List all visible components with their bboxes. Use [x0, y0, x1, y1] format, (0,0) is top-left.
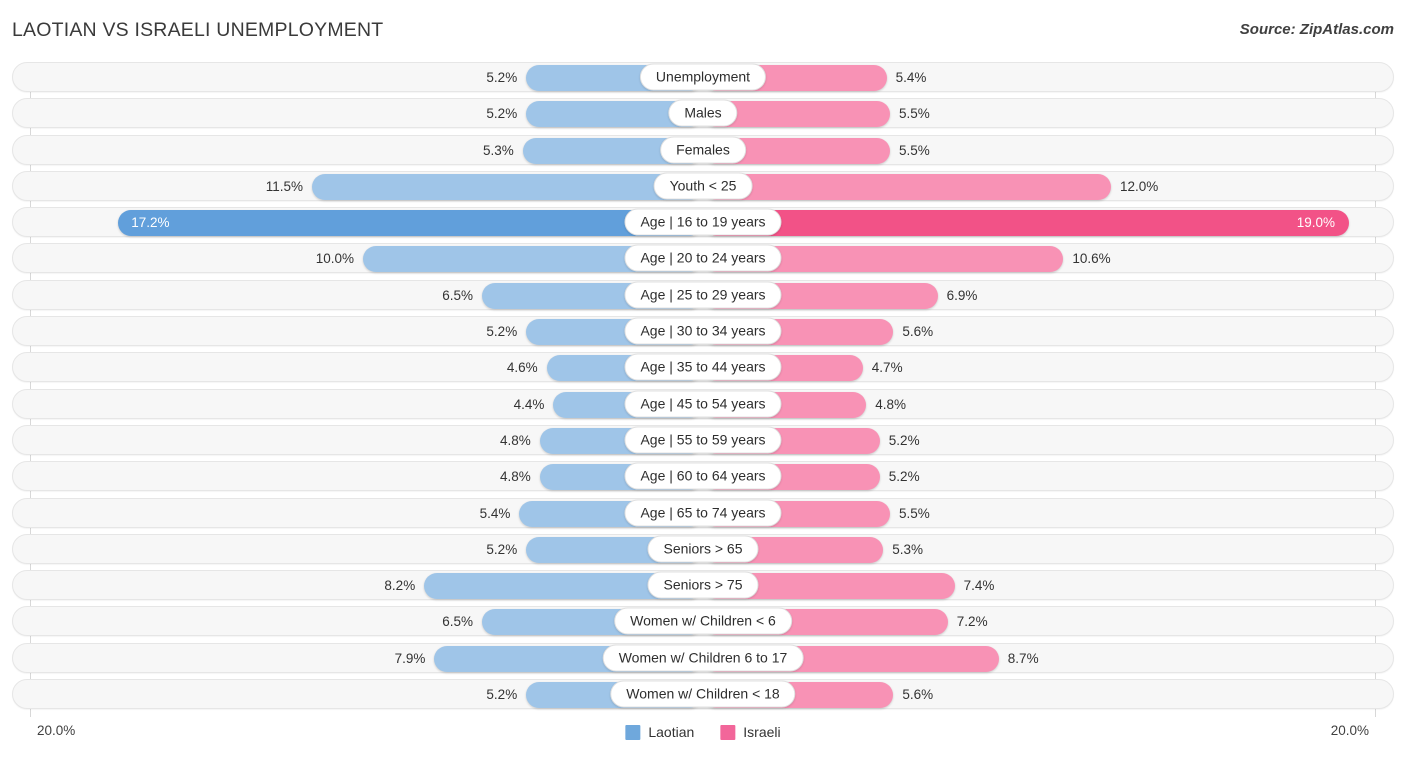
bar-value-israeli: 5.3%: [892, 541, 923, 557]
legend-swatch-icon: [720, 724, 736, 740]
axis-label-left: 20.0%: [37, 723, 76, 738]
table-row[interactable]: 5.2% 5.5% Males: [12, 98, 1394, 129]
table-row[interactable]: 8.2% 7.4% Seniors > 75: [12, 570, 1394, 601]
page-title: LAOTIAN VS ISRAELI UNEMPLOYMENT: [12, 19, 384, 41]
chart-footer: 20.0% 20.0% Laotian Israeli: [0, 720, 1406, 757]
table-row[interactable]: 5.2% 5.3% Seniors > 65: [12, 533, 1394, 564]
table-row[interactable]: 5.3% 5.5% Females: [12, 134, 1394, 165]
bar-value-israeli: 5.6%: [902, 324, 934, 340]
axis-label-right: 20.0%: [1330, 723, 1369, 738]
bar-value-laotian: 6.5%: [442, 287, 473, 303]
bar-value-laotian: 10.0%: [315, 251, 354, 267]
bar-value-laotian: 7.9%: [394, 650, 426, 666]
bar-laotian: 11.5%: [266, 173, 703, 200]
chart-legend: Laotian Israeli: [625, 724, 781, 740]
bar-israeli: 12.0%: [703, 173, 1158, 200]
table-row[interactable]: 6.5% 7.2% Women w/ Children < 6: [12, 606, 1394, 637]
bar-value-israeli: 5.5%: [899, 142, 930, 158]
bar-value-laotian: 5.2%: [486, 106, 518, 122]
row-category-label[interactable]: Unemployment: [639, 63, 767, 91]
bar-rows: 5.2% 5.4% Unemployment 5.2% 5.5% Males 5.3% 5.5…: [0, 62, 1406, 715]
bar-value-laotian: 6.5%: [442, 614, 473, 630]
row-category-label[interactable]: Age | 30 to 34 years: [624, 317, 782, 345]
table-row[interactable]: 11.5% 12.0% Youth < 25: [12, 170, 1394, 201]
row-category-label[interactable]: Seniors > 65: [647, 535, 759, 563]
legend-label: Laotian: [648, 724, 695, 740]
bar-value-laotian: 4.4%: [513, 396, 545, 412]
row-category-label[interactable]: Women w/ Children 6 to 17: [602, 644, 804, 672]
table-row[interactable]: 17.2% 19.0% Age | 16 to 19 years: [12, 207, 1394, 238]
bar-value-laotian: 4.8%: [500, 432, 531, 448]
bar-value-laotian: 5.4%: [479, 505, 511, 521]
row-category-label[interactable]: Women w/ Children < 18: [610, 680, 796, 708]
row-category-label[interactable]: Youth < 25: [653, 172, 753, 200]
bar-value-israeli: 12.0%: [1120, 178, 1159, 194]
row-category-label[interactable]: Males: [668, 99, 738, 127]
bar-value-israeli: 7.4%: [963, 578, 995, 594]
bar-laotian: 17.2%: [118, 210, 703, 237]
chart-root: LAOTIAN VS ISRAELI UNEMPLOYMENT Source: …: [0, 0, 1406, 757]
bar-value-israeli: 10.6%: [1072, 251, 1111, 267]
row-category-label[interactable]: Females: [660, 136, 746, 164]
bar-value-israeli: 5.2%: [888, 469, 920, 485]
bar-value-laotian: 17.2%: [131, 215, 170, 231]
row-category-label[interactable]: Women w/ Children < 6: [614, 607, 792, 635]
row-category-label[interactable]: Age | 55 to 59 years: [624, 426, 782, 454]
row-category-label[interactable]: Age | 20 to 24 years: [624, 244, 782, 272]
table-row[interactable]: 4.8% 5.2% Age | 55 to 59 years: [12, 424, 1394, 455]
bar-value-israeli: 5.2%: [888, 432, 920, 448]
bar-value-israeli: 5.4%: [895, 70, 927, 85]
source-attribution: Source: ZipAtlas.com: [1239, 21, 1394, 38]
bar-value-laotian: 5.2%: [486, 324, 518, 340]
row-category-label[interactable]: Age | 25 to 29 years: [624, 281, 782, 309]
bar-value-israeli: 6.9%: [946, 287, 978, 303]
bar-value-israeli: 4.7%: [871, 360, 903, 376]
table-row[interactable]: 4.6% 4.7% Age | 35 to 44 years: [12, 352, 1394, 383]
row-category-label[interactable]: Age | 35 to 44 years: [624, 353, 782, 381]
bar-value-laotian: 11.5%: [265, 178, 303, 194]
bar-value-israeli: 8.7%: [1007, 650, 1039, 666]
table-row[interactable]: 7.9% 8.7% Women w/ Children 6 to 17: [12, 642, 1394, 673]
bar-value-laotian: 8.2%: [384, 578, 416, 594]
row-category-label[interactable]: Age | 45 to 54 years: [624, 390, 782, 418]
legend-label: Israeli: [743, 724, 781, 740]
bar-value-laotian: 5.3%: [483, 142, 514, 158]
bar-value-israeli: 5.5%: [899, 106, 930, 122]
row-category-label[interactable]: Age | 60 to 64 years: [624, 462, 782, 490]
legend-item-israeli[interactable]: Israeli: [720, 724, 781, 740]
row-category-label[interactable]: Age | 16 to 19 years: [624, 208, 782, 236]
bar-value-israeli: 7.2%: [956, 614, 988, 630]
bar-value-israeli: 5.5%: [899, 505, 930, 521]
bar-value-israeli: 4.8%: [875, 396, 906, 412]
table-row[interactable]: 5.2% 5.4% Unemployment: [12, 62, 1394, 92]
bar-value-laotian: 5.2%: [486, 70, 518, 85]
table-row[interactable]: 6.5% 6.9% Age | 25 to 29 years: [12, 279, 1394, 310]
table-row[interactable]: 5.2% 5.6% Women w/ Children < 18: [12, 679, 1394, 710]
legend-item-laotian[interactable]: Laotian: [625, 724, 694, 740]
bar-value-israeli: 19.0%: [1296, 215, 1335, 231]
bar-value-laotian: 4.6%: [506, 360, 538, 376]
bar-value-laotian: 4.8%: [500, 469, 531, 485]
table-row[interactable]: 4.4% 4.8% Age | 45 to 54 years: [12, 388, 1394, 419]
table-row[interactable]: 4.8% 5.2% Age | 60 to 64 years: [12, 461, 1394, 492]
bar-israeli: 19.0%: [703, 210, 1349, 237]
table-row[interactable]: 10.0% 10.6% Age | 20 to 24 years: [12, 243, 1394, 274]
row-category-label[interactable]: Seniors > 75: [647, 571, 759, 599]
bar-value-laotian: 5.2%: [486, 541, 518, 557]
plot-area: 5.2% 5.4% Unemployment 5.2% 5.5% Males 5.3% 5.5…: [0, 62, 1406, 717]
legend-swatch-icon: [625, 724, 641, 740]
bar-value-israeli: 5.6%: [902, 687, 934, 703]
table-row[interactable]: 5.2% 5.6% Age | 30 to 34 years: [12, 316, 1394, 347]
row-category-label[interactable]: Age | 65 to 74 years: [624, 499, 782, 527]
table-row[interactable]: 5.4% 5.5% Age | 65 to 74 years: [12, 497, 1394, 528]
bar-value-laotian: 5.2%: [486, 687, 518, 703]
